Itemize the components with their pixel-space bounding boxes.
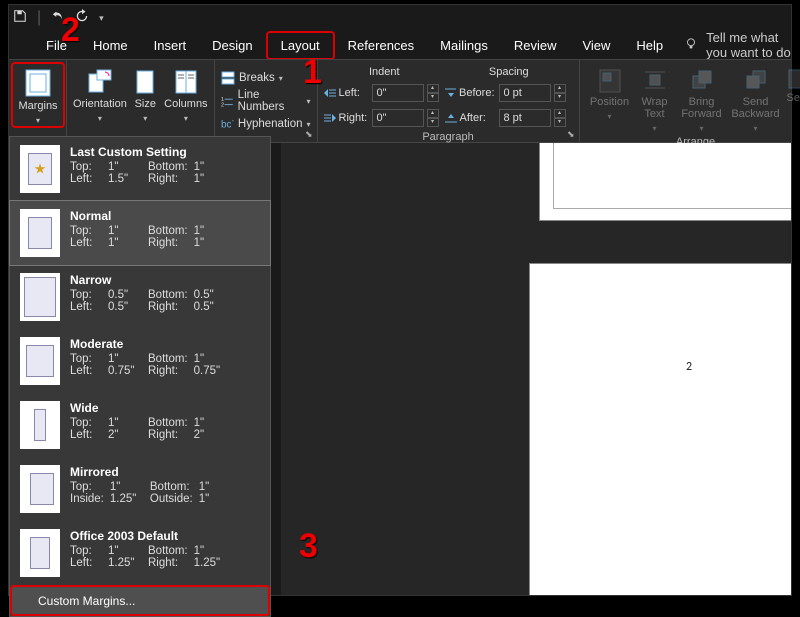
selection-pane-button: Sel bbox=[784, 64, 800, 104]
paragraph-group-label: Paragraph bbox=[324, 129, 573, 143]
tab-design[interactable]: Design bbox=[199, 33, 265, 58]
tab-home[interactable]: Home bbox=[80, 33, 141, 58]
tab-file[interactable]: File bbox=[33, 33, 80, 58]
margins-preset-mirrored[interactable]: Mirrored Top:1"Bottom:1" Inside:1.25"Out… bbox=[10, 457, 270, 521]
margins-preset-last custom setting[interactable]: Last Custom Setting Top:1"Bottom:1" Left… bbox=[10, 137, 270, 201]
group-page-setup-margins: Margins Last Custom Setting Top:1"Bottom… bbox=[9, 60, 67, 142]
undo-icon[interactable] bbox=[51, 9, 65, 28]
tab-help[interactable]: Help bbox=[623, 33, 676, 58]
margins-label: Margins bbox=[18, 100, 57, 112]
size-label: Size bbox=[135, 98, 156, 110]
tab-references[interactable]: References bbox=[335, 33, 427, 58]
indent-left-spinner[interactable]: Left:▴▾ bbox=[324, 82, 439, 104]
svg-text:2: 2 bbox=[221, 102, 224, 108]
columns-button[interactable]: Columns bbox=[164, 64, 208, 124]
spacing-header: Spacing bbox=[445, 66, 572, 78]
group-paragraph: Indent Spacing Left:▴▾ Right:▴▾ Before:▴… bbox=[318, 60, 580, 142]
chevron-down-icon bbox=[36, 114, 40, 126]
margins-preset-moderate[interactable]: Moderate Top:1"Bottom:1" Left:0.75"Right… bbox=[10, 329, 270, 393]
orientation-label: Orientation bbox=[73, 98, 127, 110]
custom-margins-item[interactable]: Custom Margins... bbox=[10, 585, 270, 616]
hyphenation-button[interactable]: bc-Hyphenation bbox=[221, 114, 311, 134]
size-button[interactable]: Size bbox=[127, 64, 164, 124]
redo-icon[interactable] bbox=[75, 9, 89, 28]
page-number: 2 bbox=[686, 360, 692, 374]
group-page-setup-mini: Breaks 12Line Numbers bc-Hyphenation ⬊ bbox=[215, 60, 318, 142]
lightbulb-icon bbox=[684, 37, 698, 54]
paragraph-launcher-icon[interactable]: ⬊ bbox=[567, 129, 575, 140]
page-setup-launcher-icon[interactable]: ⬊ bbox=[305, 129, 313, 140]
tell-me-search[interactable]: Tell me what you want to do bbox=[684, 30, 791, 60]
spacing-after-spinner[interactable]: After:▴▾ bbox=[445, 107, 566, 129]
bring-forward-button: Bring Forward bbox=[676, 64, 728, 134]
indent-right-input[interactable] bbox=[372, 109, 424, 127]
indent-header: Indent bbox=[324, 66, 446, 78]
document-canvas[interactable]: 2 bbox=[281, 143, 791, 595]
wrap-text-button: Wrap Text bbox=[634, 64, 676, 134]
breaks-button[interactable]: Breaks bbox=[221, 68, 283, 88]
quick-access-toolbar: | ▾ bbox=[9, 5, 791, 31]
indent-left-input[interactable] bbox=[372, 84, 424, 102]
spacing-before-input[interactable] bbox=[499, 84, 551, 102]
tab-view[interactable]: View bbox=[569, 33, 623, 58]
ribbon-tabs: File Home Insert Design Layout Reference… bbox=[9, 31, 791, 59]
page-1-body bbox=[553, 143, 791, 209]
margins-preset-narrow[interactable]: Narrow Top:0.5"Bottom:0.5" Left:0.5"Righ… bbox=[10, 265, 270, 329]
margins-button[interactable]: Margins bbox=[11, 62, 65, 128]
margins-dropdown: Last Custom Setting Top:1"Bottom:1" Left… bbox=[9, 136, 271, 617]
tab-mailings[interactable]: Mailings bbox=[427, 33, 501, 58]
margins-preset-wide[interactable]: Wide Top:1"Bottom:1" Left:2"Right:2" bbox=[10, 393, 270, 457]
page-2: 2 bbox=[529, 263, 791, 595]
save-icon[interactable] bbox=[13, 9, 27, 28]
margins-preset-normal[interactable]: Normal Top:1"Bottom:1" Left:1"Right:1" bbox=[10, 201, 270, 265]
ribbon: Margins Last Custom Setting Top:1"Bottom… bbox=[9, 59, 791, 143]
indent-right-spinner[interactable]: Right:▴▾ bbox=[324, 107, 439, 129]
send-backward-button: Send Backward bbox=[728, 64, 784, 134]
margins-preset-office 2003 default[interactable]: Office 2003 Default Top:1"Bottom:1" Left… bbox=[10, 521, 270, 585]
line-numbers-button[interactable]: 12Line Numbers bbox=[221, 91, 311, 111]
tab-review[interactable]: Review bbox=[501, 33, 570, 58]
spacing-before-spinner[interactable]: Before:▴▾ bbox=[445, 82, 566, 104]
spacing-after-input[interactable] bbox=[499, 109, 551, 127]
tab-insert[interactable]: Insert bbox=[141, 33, 200, 58]
group-page-setup-rest: Orientation Size Columns bbox=[67, 60, 215, 142]
columns-label: Columns bbox=[164, 98, 207, 110]
tell-me-label: Tell me what you want to do bbox=[706, 30, 791, 60]
qat-customize-icon[interactable]: ▾ bbox=[99, 13, 104, 24]
group-arrange: Position Wrap Text Bring Forward Send Ba… bbox=[580, 60, 800, 142]
orientation-button[interactable]: Orientation bbox=[73, 64, 127, 124]
tab-layout[interactable]: Layout bbox=[266, 31, 335, 60]
position-button: Position bbox=[586, 64, 634, 122]
